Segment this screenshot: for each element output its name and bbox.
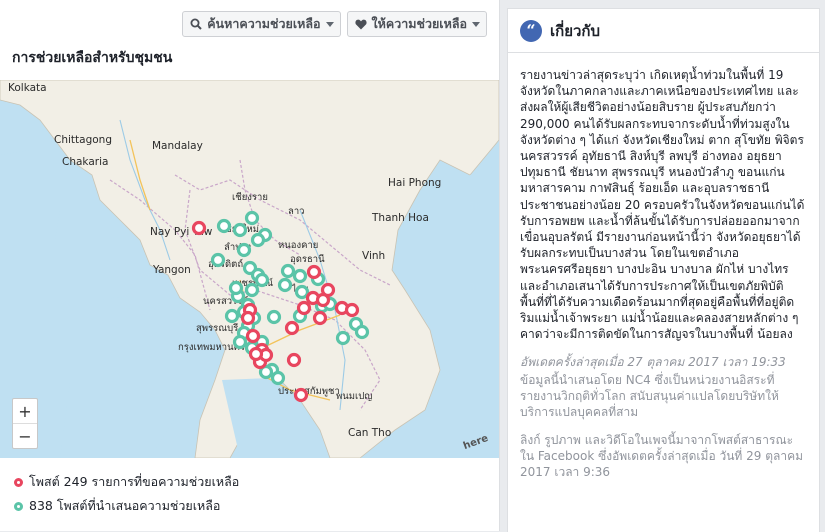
offer-marker[interactable] (232, 334, 248, 350)
offer-marker[interactable] (210, 252, 226, 268)
find-help-button[interactable]: ค้นหาความช่วยเหลือ (182, 11, 341, 37)
zoom-out-button[interactable]: − (13, 423, 37, 448)
request-marker[interactable] (312, 310, 328, 326)
request-marker[interactable] (306, 264, 322, 280)
about-panel: “ เกี่ยวกับ รายงานข่าวล่าสุดระบุว่า เกิด… (507, 8, 820, 532)
request-marker[interactable] (284, 320, 300, 336)
request-marker[interactable] (296, 300, 312, 316)
about-header: “ เกี่ยวกับ (508, 9, 819, 53)
map-legend: โพสต์ 249 รายการที่ขอความช่วยเหลือ 838 โ… (14, 470, 239, 518)
offer-marker[interactable] (228, 280, 244, 296)
request-marker[interactable] (248, 346, 264, 362)
about-body: รายงานข่าวล่าสุดระบุว่า เกิดเหตุน้ำท่วมใ… (508, 53, 819, 480)
offer-marker-icon (14, 501, 23, 511)
about-description: รายงานข่าวล่าสุดระบุว่า เกิดเหตุน้ำท่วมใ… (520, 68, 805, 342)
legend-requests-label: โพสต์ 249 รายการที่ขอความช่วยเหลือ (29, 474, 240, 489)
section-title: การช่วยเหลือสำหรับชุมชน (12, 50, 173, 66)
request-marker[interactable] (191, 220, 207, 236)
request-marker[interactable] (286, 352, 302, 368)
heart-icon (354, 17, 368, 31)
offer-marker[interactable] (335, 330, 351, 346)
about-title: เกี่ยวกับ (550, 21, 601, 40)
request-marker[interactable] (240, 310, 256, 326)
credit-note: ลิงก์ รูปภาพ และวิดีโอในเพจนี้มาจากโพสต์… (520, 433, 804, 480)
map-markers (191, 210, 370, 403)
offer-marker[interactable] (270, 370, 286, 386)
offer-marker[interactable] (292, 268, 308, 284)
offer-marker[interactable] (250, 232, 266, 248)
last-updated: อัพเดตครั้งล่าสุดเมื่อ 27 ตุลาคม 2017 เว… (520, 355, 786, 370)
give-help-label: ให้ความช่วยเหลือ (371, 16, 468, 31)
offer-marker[interactable] (236, 242, 252, 258)
chevron-down-icon (325, 21, 334, 27)
community-help-panel: ค้นหาความช่วยเหลือ ให้ความช่วยเหลือ การช… (0, 0, 500, 531)
source-note: ข้อมูลนี้นำเสนอโดย NC4 ซึ่งเป็นหน่วยงานอ… (520, 373, 779, 420)
offer-marker[interactable] (294, 284, 310, 300)
help-map[interactable]: Kolkata Chittagong Chakaria Mandalay Nay… (0, 80, 499, 458)
offer-marker[interactable] (244, 282, 260, 298)
offer-marker[interactable] (244, 210, 260, 226)
quote-icon: “ (520, 19, 542, 42)
offer-marker[interactable] (280, 263, 296, 279)
offer-marker[interactable] (224, 308, 240, 324)
give-help-button[interactable]: ให้ความช่วยเหลือ (346, 11, 487, 37)
legend-offers-label: 838 โพสต์ที่นำเสนอความช่วยเหลือ (29, 498, 221, 513)
legend-offers: 838 โพสต์ที่นำเสนอความช่วยเหลือ (14, 494, 239, 518)
offer-marker[interactable] (277, 277, 293, 293)
top-toolbar: ค้นหาความช่วยเหลือ ให้ความช่วยเหลือ (182, 11, 487, 37)
request-marker[interactable] (245, 328, 261, 344)
search-icon (189, 17, 203, 31)
zoom-control: + − (12, 398, 38, 449)
request-marker[interactable] (344, 302, 360, 318)
offer-marker[interactable] (216, 218, 232, 234)
request-marker[interactable] (320, 282, 336, 298)
legend-requests: โพสต์ 249 รายการที่ขอความช่วยเหลือ (14, 470, 239, 494)
offer-marker[interactable] (354, 324, 370, 340)
offer-marker[interactable] (266, 309, 282, 325)
offer-marker[interactable] (232, 222, 248, 238)
request-marker[interactable] (293, 387, 309, 403)
offer-marker[interactable] (254, 272, 270, 288)
chevron-down-icon (472, 21, 480, 27)
request-marker-icon (14, 477, 23, 487)
zoom-in-button[interactable]: + (13, 399, 37, 423)
find-help-label: ค้นหาความช่วยเหลือ (207, 16, 321, 31)
